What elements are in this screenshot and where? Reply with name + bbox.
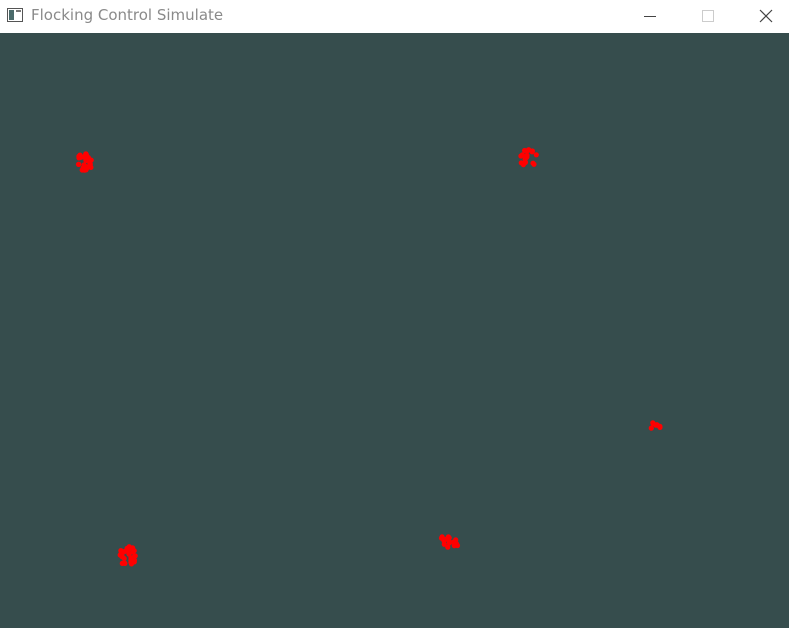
agent-dot bbox=[119, 560, 125, 567]
agent-dot bbox=[87, 161, 93, 167]
agent-dot bbox=[523, 155, 529, 161]
minimize-icon bbox=[644, 16, 656, 17]
flock-4 bbox=[117, 544, 138, 567]
agent-dot bbox=[533, 152, 539, 158]
agent-dot bbox=[83, 164, 89, 170]
agent-dot bbox=[655, 422, 661, 428]
flock-1 bbox=[75, 151, 94, 173]
agent-dot bbox=[130, 549, 136, 555]
agent-dot bbox=[126, 547, 132, 553]
agent-dot bbox=[445, 544, 451, 550]
close-icon bbox=[759, 9, 773, 23]
agent-dot bbox=[454, 542, 461, 549]
agent-dot bbox=[522, 159, 529, 165]
minimize-button[interactable] bbox=[627, 0, 673, 32]
agent-dot bbox=[648, 425, 654, 431]
agent-dot bbox=[530, 160, 536, 166]
window-title: Flocking Control Simulate bbox=[31, 6, 224, 24]
agent-dot bbox=[76, 161, 82, 167]
flock-5 bbox=[438, 534, 461, 550]
simulation-surface bbox=[75, 147, 663, 567]
app-window: Flocking Control Simulate bbox=[0, 0, 789, 628]
title-bar[interactable]: Flocking Control Simulate bbox=[0, 0, 789, 32]
close-button[interactable] bbox=[743, 0, 789, 32]
agent-dot bbox=[518, 153, 524, 159]
agent-dot bbox=[82, 154, 88, 160]
agent-dot bbox=[129, 558, 135, 564]
maximize-button[interactable] bbox=[685, 0, 731, 32]
agent-dot bbox=[439, 534, 445, 540]
agent-dot bbox=[524, 148, 531, 154]
flock-3 bbox=[648, 420, 663, 431]
maximize-icon bbox=[702, 10, 714, 22]
flock-2 bbox=[518, 147, 539, 168]
app-icon bbox=[7, 7, 23, 22]
simulation-canvas[interactable] bbox=[0, 33, 789, 628]
agent-dot bbox=[119, 552, 125, 558]
